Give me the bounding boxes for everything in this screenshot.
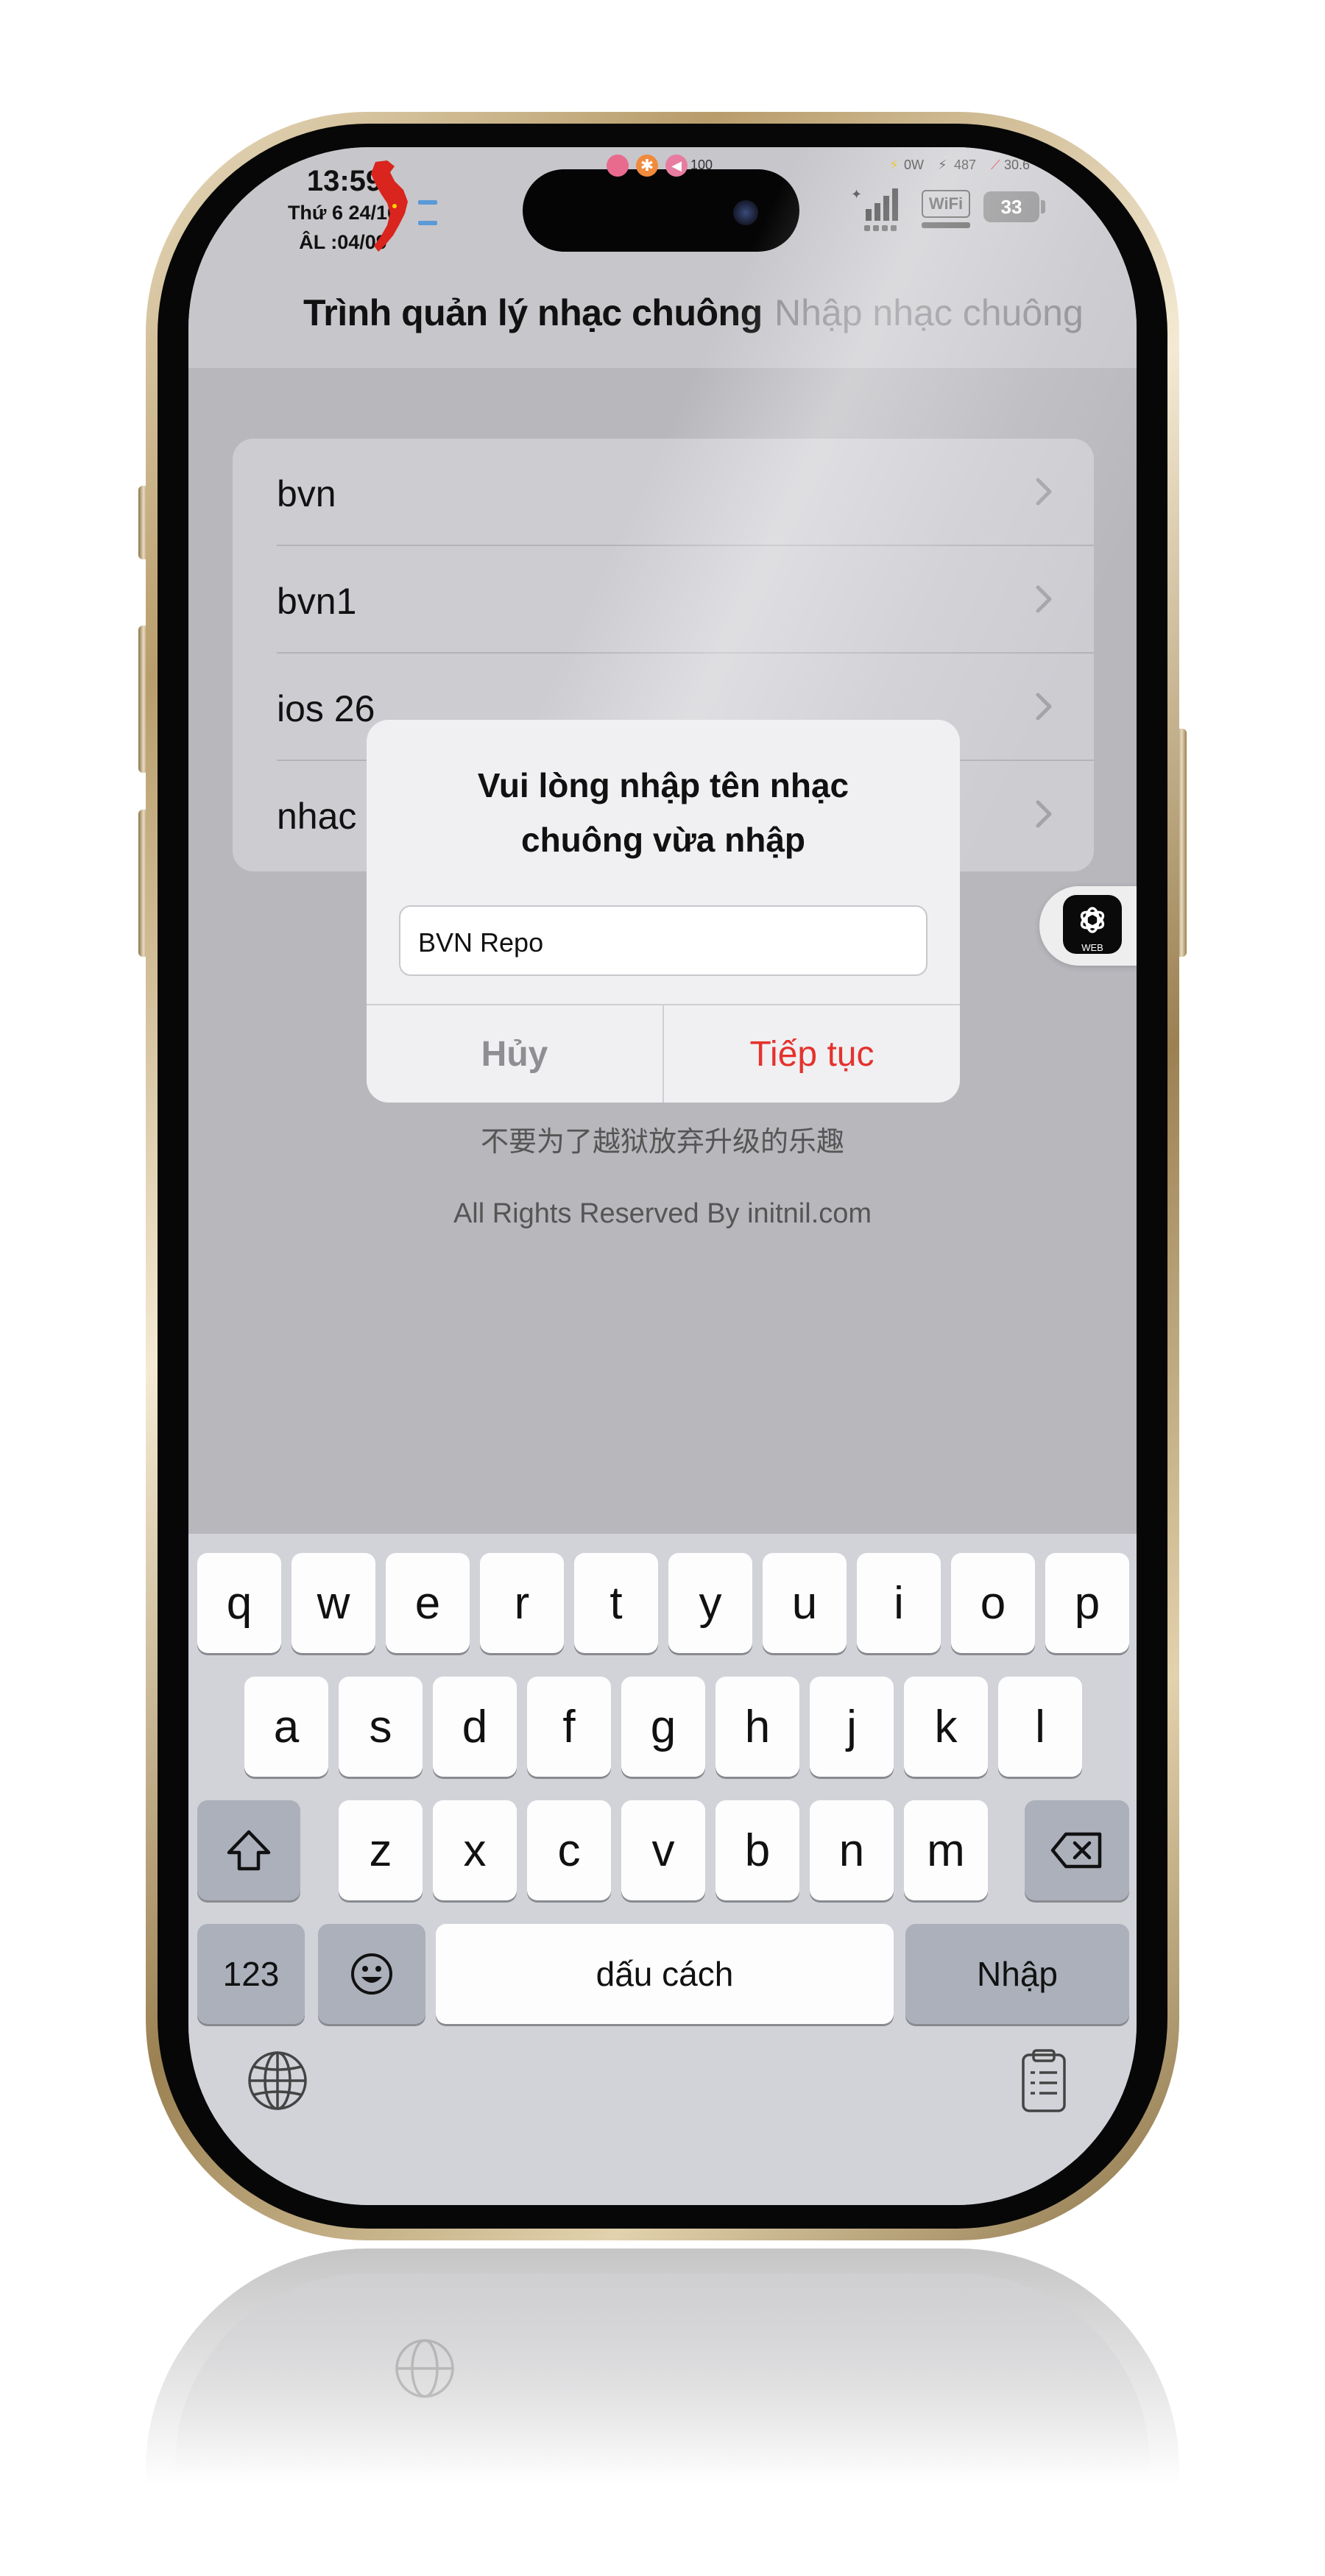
dialog-title: Vui lòng nhập tên nhạc chuông vừa nhập (367, 758, 960, 867)
backspace-icon (1050, 1832, 1102, 1869)
key-s[interactable]: s (339, 1677, 423, 1777)
phone-screen: 13:59 Thứ 6 24/10 ÂL :04/09 ✱ ◀ 100 ⚡ 0W… (188, 147, 1137, 2205)
clipboard-reflection-icon (1169, 2341, 1179, 2400)
ringtone-name-input[interactable]: BVN Repo (399, 905, 928, 976)
key-i[interactable]: i (857, 1553, 941, 1653)
shift-key[interactable] (197, 1800, 300, 1900)
emoji-key[interactable] (318, 1924, 425, 2024)
phone-reflection (146, 2248, 1179, 2499)
key-u[interactable]: u (763, 1553, 847, 1653)
battery-level: 33 (1000, 195, 1022, 218)
front-camera (733, 200, 758, 225)
key-y[interactable]: y (668, 1553, 752, 1653)
web-label: WEB (1081, 942, 1103, 953)
key-b[interactable]: b (716, 1800, 799, 1900)
list-item[interactable]: bvn (233, 439, 1094, 546)
charge-bolt-icon: ⚡ (889, 158, 899, 172)
list-item-label: ios 26 (277, 688, 375, 729)
import-ringtone-tab[interactable]: Nhập nhạc chuông (774, 291, 1084, 334)
key-a[interactable]: a (244, 1677, 328, 1777)
list-item-label: bvn (277, 473, 336, 514)
charge-value: 487 (954, 158, 977, 172)
alarm-icon (607, 155, 629, 177)
key-n[interactable]: n (810, 1800, 894, 1900)
reflection-screen (175, 2274, 1150, 2499)
key-f[interactable]: f (527, 1677, 611, 1777)
emoji-icon (351, 1953, 392, 1995)
key-r[interactable]: r (480, 1553, 564, 1653)
dialog-title-line-1: Vui lòng nhập tên nhạc (477, 766, 849, 804)
key-p[interactable]: p (1045, 1553, 1129, 1653)
key-d[interactable]: d (433, 1677, 517, 1777)
slogan-text: 不要为了越狱放弃升级的乐趣 (480, 1125, 844, 1158)
input-value: BVN Repo (418, 927, 544, 958)
list-item-label: bvn1 (277, 581, 357, 622)
copyright-text: All Rights Reserved By initnil.com (453, 1198, 872, 1229)
wifi-underline (922, 222, 970, 228)
key-v[interactable]: v (621, 1800, 705, 1900)
page-title: Trình quản lý nhạc chuông (303, 292, 763, 333)
clipboard-icon[interactable] (1020, 2048, 1067, 2114)
temperature-icon: ⟋ (991, 158, 1000, 172)
shift-icon (227, 1830, 271, 1871)
key-q[interactable]: q (197, 1553, 281, 1653)
cellular-signal-icon: ✦ (851, 187, 898, 231)
chevron-right-icon (1036, 478, 1052, 506)
key-e[interactable]: e (386, 1553, 470, 1653)
key-w[interactable]: w (292, 1553, 375, 1653)
key-t[interactable]: t (574, 1553, 658, 1653)
space-key[interactable]: dấu cách (436, 1924, 894, 2024)
key-c[interactable]: c (527, 1800, 611, 1900)
list-item[interactable]: bvn1 (233, 546, 1094, 654)
list-item-label: nhac (277, 796, 357, 837)
battery-icon: 33 (983, 191, 1039, 222)
key-h[interactable]: h (716, 1677, 799, 1777)
keyboard: q w e r t y u i o p a s d f g h j k l z … (188, 1534, 1137, 2205)
chevron-right-icon (1036, 693, 1052, 721)
signal-mini-icon-2 (418, 221, 437, 225)
battery-tip (1041, 200, 1045, 213)
dialog-title-line-2: chuông vừa nhập (521, 821, 805, 859)
key-k[interactable]: k (904, 1677, 988, 1777)
key-z[interactable]: z (339, 1800, 423, 1900)
svg-text:✦: ✦ (851, 187, 862, 202)
vietnam-map-icon (371, 160, 408, 252)
power-draw: 0W (904, 158, 924, 172)
temperature-value: 30.6° (1004, 158, 1036, 172)
bluetooth-icon: ✱ (636, 155, 658, 177)
key-x[interactable]: x (433, 1800, 517, 1900)
key-j[interactable]: j (810, 1677, 894, 1777)
volume-icon: ◀ (665, 155, 688, 177)
plug-icon: ⚡ (938, 158, 947, 172)
key-l[interactable]: l (998, 1677, 1082, 1777)
key-g[interactable]: g (621, 1677, 705, 1777)
continue-button[interactable]: Tiếp tục (664, 1005, 960, 1103)
volume-value: 100 (690, 158, 713, 172)
cancel-button[interactable]: Hủy (367, 1005, 662, 1103)
key-o[interactable]: o (951, 1553, 1035, 1653)
globe-icon[interactable] (246, 2049, 309, 2112)
key-m[interactable]: m (904, 1800, 988, 1900)
chevron-right-icon (1036, 800, 1052, 828)
delete-key[interactable] (1025, 1800, 1129, 1900)
chevron-right-icon (1036, 585, 1052, 613)
return-key[interactable]: Nhập (905, 1924, 1129, 2024)
numbers-key[interactable]: 123 (197, 1924, 305, 2024)
wifi-label: WiFi (928, 194, 964, 213)
rename-dialog: Vui lòng nhập tên nhạc chuông vừa nhập B… (367, 720, 960, 1103)
signal-mini-icon (418, 200, 437, 205)
wifi-icon: WiFi (922, 190, 970, 218)
globe-reflection-icon (395, 2339, 454, 2398)
